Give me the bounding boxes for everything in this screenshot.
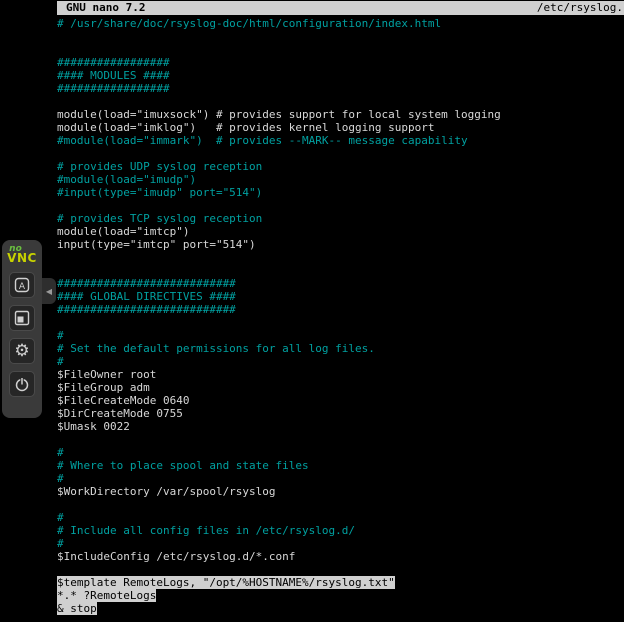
terminal-line: ################# xyxy=(57,82,624,95)
terminal-line: # Include all config files in /etc/rsysl… xyxy=(57,524,624,537)
terminal-line xyxy=(57,498,624,511)
terminal-line xyxy=(57,264,624,277)
nano-version: GNU nano 7.2 xyxy=(66,1,145,15)
terminal-line: # provides TCP syslog reception xyxy=(57,212,624,225)
terminal-line: $FileOwner root xyxy=(57,368,624,381)
clipboard-button[interactable]: A xyxy=(9,272,35,298)
terminal-line: ########################### xyxy=(57,303,624,316)
terminal-line: # xyxy=(57,472,624,485)
terminal-line: # xyxy=(57,537,624,550)
nano-filename: /etc/rsyslog. xyxy=(537,1,623,15)
terminal-line xyxy=(57,30,624,43)
terminal-window[interactable]: GNU nano 7.2 /etc/rsyslog. # /usr/share/… xyxy=(57,0,624,622)
terminal-line: $FileCreateMode 0640 xyxy=(57,394,624,407)
terminal-line: $IncludeConfig /etc/rsyslog.d/*.conf xyxy=(57,550,624,563)
terminal-line: # provides UDP syslog reception xyxy=(57,160,624,173)
terminal-line xyxy=(57,43,624,56)
terminal-line: $WorkDirectory /var/spool/rsyslog xyxy=(57,485,624,498)
terminal-line: #module(load="imudp") xyxy=(57,173,624,186)
novnc-logo-vnc: VNC xyxy=(7,254,37,263)
terminal-line: # /usr/share/doc/rsyslog-doc/html/config… xyxy=(57,17,624,30)
novnc-control-bar: no VNC A ⚙ xyxy=(2,240,42,418)
terminal-line: #module(load="immark") # provides --MARK… xyxy=(57,134,624,147)
terminal-line: # xyxy=(57,446,624,459)
terminal-line: # Where to place spool and state files xyxy=(57,459,624,472)
terminal-line: ########################### xyxy=(57,277,624,290)
terminal-line: # xyxy=(57,329,624,342)
panel-collapse-handle[interactable]: ◀ xyxy=(42,278,56,304)
terminal-line: #### MODULES #### xyxy=(57,69,624,82)
settings-button[interactable]: ⚙ xyxy=(9,338,35,364)
terminal-line: module(load="imtcp") xyxy=(57,225,624,238)
terminal-line: ################# xyxy=(57,56,624,69)
terminal-line: input(type="imtcp" port="514") xyxy=(57,238,624,251)
terminal-line: module(load="imuxsock") # provides suppo… xyxy=(57,108,624,121)
terminal-line: module(load="imklog") # provides kernel … xyxy=(57,121,624,134)
terminal-line xyxy=(57,95,624,108)
terminal-line xyxy=(57,147,624,160)
gear-icon: ⚙ xyxy=(14,343,29,360)
terminal-line: $FileGroup adm xyxy=(57,381,624,394)
terminal-line: #### GLOBAL DIRECTIVES #### xyxy=(57,290,624,303)
power-button[interactable] xyxy=(9,371,35,397)
terminal-line: $template RemoteLogs, "/opt/%HOSTNAME%/r… xyxy=(57,576,624,589)
terminal-line: # Set the default permissions for all lo… xyxy=(57,342,624,355)
terminal-line xyxy=(57,433,624,446)
terminal-line: #input(type="imudp" port="514") xyxy=(57,186,624,199)
fullscreen-button[interactable] xyxy=(9,305,35,331)
svg-text:A: A xyxy=(19,282,26,292)
clipboard-icon: A xyxy=(13,276,31,294)
fullscreen-icon xyxy=(13,309,31,327)
terminal-line: # xyxy=(57,355,624,368)
terminal-line xyxy=(57,563,624,576)
file-content: # /usr/share/doc/rsyslog-doc/html/config… xyxy=(57,17,624,615)
nano-titlebar: GNU nano 7.2 /etc/rsyslog. xyxy=(57,1,624,15)
terminal-line: *.* ?RemoteLogs xyxy=(57,589,624,602)
terminal-line: # xyxy=(57,511,624,524)
terminal-line: $Umask 0022 xyxy=(57,420,624,433)
terminal-line xyxy=(57,251,624,264)
terminal-line: & stop xyxy=(57,602,624,615)
terminal-line xyxy=(57,316,624,329)
novnc-logo: no VNC xyxy=(7,245,37,263)
terminal-line: $DirCreateMode 0755 xyxy=(57,407,624,420)
chevron-left-icon: ◀ xyxy=(46,287,52,296)
terminal-line xyxy=(57,199,624,212)
power-icon xyxy=(13,375,31,393)
